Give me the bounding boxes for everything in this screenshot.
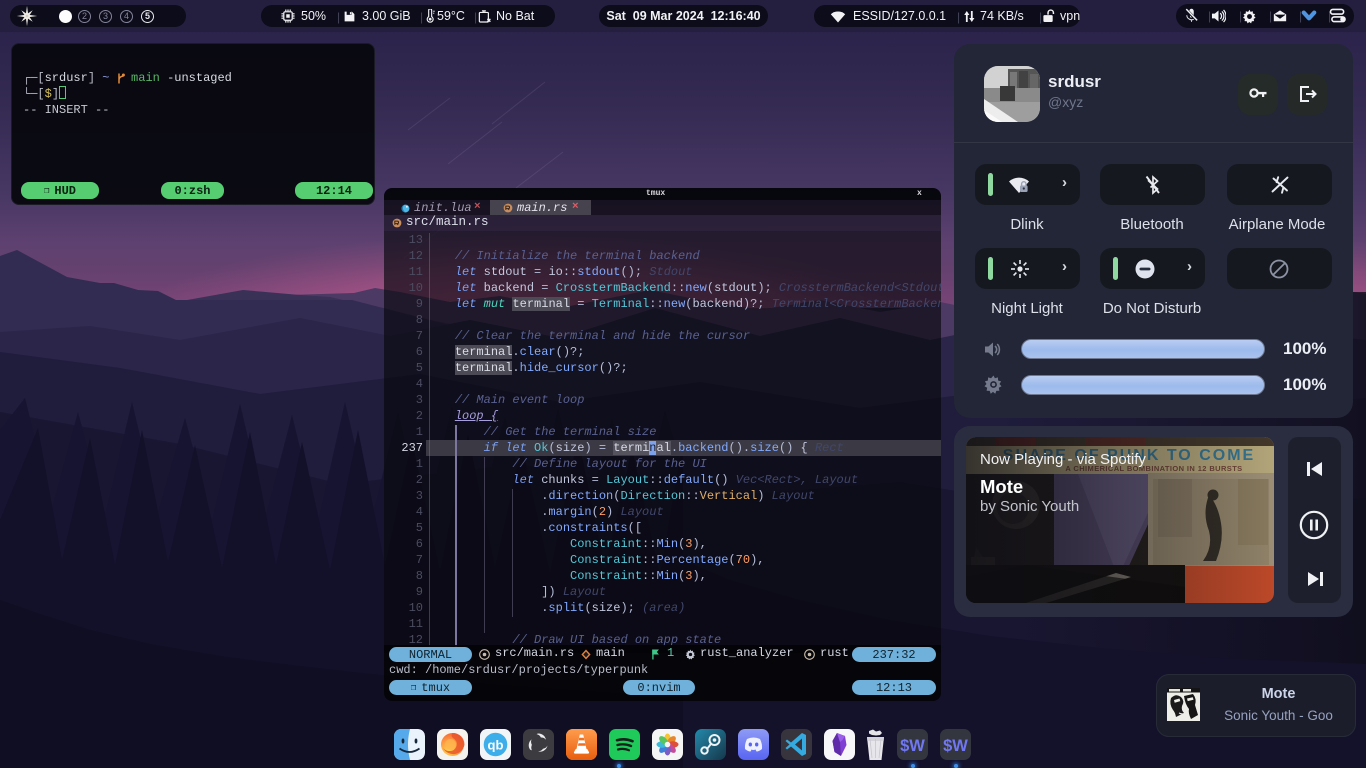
- svg-text:$W: $W: [900, 737, 925, 755]
- svg-text:qb: qb: [488, 738, 504, 753]
- svg-text:$W: $W: [943, 737, 968, 755]
